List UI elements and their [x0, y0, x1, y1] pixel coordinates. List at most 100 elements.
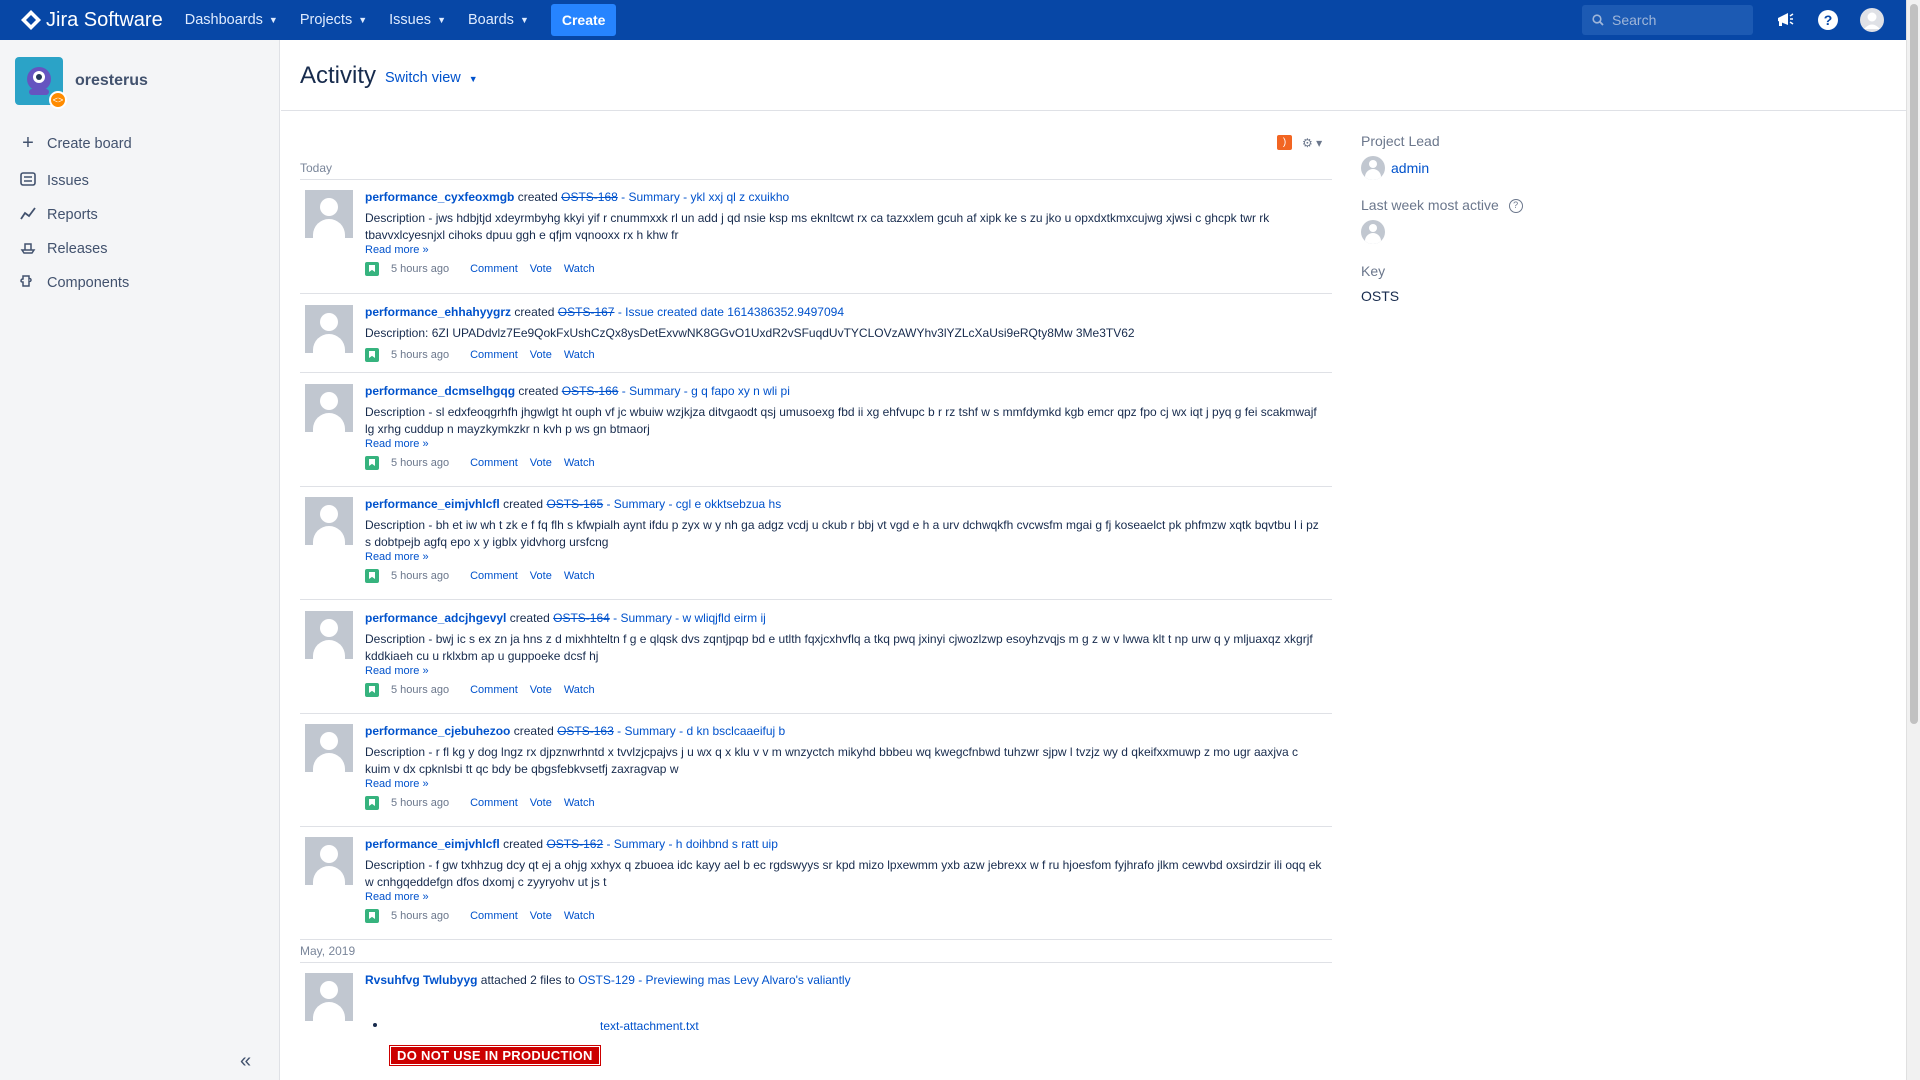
read-more-link[interactable]: Read more »: [365, 778, 1325, 790]
user-avatar-icon[interactable]: [305, 724, 353, 772]
scrollbar-thumb[interactable]: [1910, 4, 1918, 724]
read-more-link[interactable]: Read more »: [365, 891, 1325, 903]
user-avatar-icon: [1361, 156, 1385, 180]
releases-icon: [18, 239, 38, 259]
vote-link[interactable]: Vote: [530, 263, 552, 275]
vote-link[interactable]: Vote: [530, 570, 552, 582]
sidebar-item-components[interactable]: Components: [18, 273, 129, 293]
gear-icon[interactable]: ⚙ ▾: [1302, 136, 1322, 150]
read-more-link[interactable]: Read more »: [365, 665, 1325, 677]
collapse-sidebar-icon[interactable]: «: [240, 1050, 251, 1073]
actor-link[interactable]: performance_eimjvhlcfl: [365, 837, 500, 851]
watch-link[interactable]: Watch: [564, 797, 595, 809]
chevron-down-icon: ▼: [468, 74, 478, 84]
vote-link[interactable]: Vote: [530, 797, 552, 809]
search-input[interactable]: Search: [1582, 5, 1753, 35]
most-active-user[interactable]: [1361, 220, 1385, 244]
issue-summary-link[interactable]: - Summary - g q fapo xy n wli pi: [618, 384, 790, 398]
comment-link[interactable]: Comment: [470, 910, 518, 922]
notifications-megaphone-icon[interactable]: [1773, 8, 1797, 32]
actor-link[interactable]: performance_cyxfeoxmgb: [365, 190, 514, 204]
issue-description: Description - jws hdbjtjd xdeyrmbyhg kky…: [365, 211, 1270, 242]
actor-link[interactable]: performance_adcjhgevyl: [365, 611, 506, 625]
project-lead-link[interactable]: admin: [1391, 160, 1429, 176]
user-avatar-icon[interactable]: [305, 973, 353, 1021]
create-button[interactable]: Create: [550, 4, 617, 36]
issue-key-link[interactable]: OSTS-162: [546, 837, 603, 851]
watch-link[interactable]: Watch: [564, 263, 595, 275]
watch-link[interactable]: Watch: [564, 349, 595, 361]
issue-key-link[interactable]: OSTS-163: [557, 724, 614, 738]
issue-summary-link[interactable]: - Summary - h doihbnd s ratt uip: [603, 837, 777, 851]
timestamp: 5 hours ago: [391, 263, 450, 275]
switch-view-button[interactable]: Switch view ▼: [385, 70, 478, 86]
issue-summary-link[interactable]: - Issue created date 1614386352.9497094: [614, 305, 844, 319]
sidebar-item-create-board[interactable]: + Create board: [18, 132, 132, 155]
watch-link[interactable]: Watch: [564, 570, 595, 582]
actor-link[interactable]: Rvsuhfvg Twlubyyg: [365, 973, 477, 987]
nav-issues[interactable]: Issues ▼: [389, 12, 446, 28]
user-avatar-icon[interactable]: [305, 837, 353, 885]
user-avatar-icon[interactable]: [305, 611, 353, 659]
comment-link[interactable]: Comment: [470, 684, 518, 696]
question-circle-icon[interactable]: ?: [1508, 199, 1523, 214]
vote-link[interactable]: Vote: [530, 349, 552, 361]
read-more-link[interactable]: Read more »: [365, 244, 1325, 256]
comment-link[interactable]: Comment: [470, 263, 518, 275]
issue-key-link[interactable]: OSTS-164: [553, 611, 610, 625]
attachment-file-link[interactable]: text-attachment.txt: [600, 1019, 699, 1033]
comment-link[interactable]: Comment: [470, 797, 518, 809]
activity-verb: created: [503, 497, 544, 511]
rss-feed-icon[interactable]: ): [1277, 135, 1292, 150]
actor-link[interactable]: performance_ehhahyygrz: [365, 305, 511, 319]
read-more-link[interactable]: Read more »: [365, 438, 1325, 450]
nav-boards[interactable]: Boards ▼: [468, 12, 529, 28]
actor-link[interactable]: performance_dcmselhgqg: [365, 384, 515, 398]
user-avatar-icon[interactable]: [305, 497, 353, 545]
read-more-link[interactable]: Read more »: [365, 551, 1325, 563]
jira-logo[interactable]: Jira Software: [20, 9, 163, 32]
issue-summary-link[interactable]: - Summary - cgl e okktsebzua hs: [603, 497, 781, 511]
help-icon[interactable]: ?: [1816, 8, 1840, 32]
watch-link[interactable]: Watch: [564, 684, 595, 696]
issue-key-link[interactable]: OSTS-165: [546, 497, 603, 511]
nav-issues-label: Issues: [389, 12, 432, 28]
nav-projects[interactable]: Projects ▼: [300, 12, 367, 28]
project-header[interactable]: <> oresterus: [15, 57, 148, 109]
project-lead-user[interactable]: admin: [1361, 156, 1429, 180]
project-lead-label: Project Lead: [1361, 133, 1440, 149]
issue-description: Description - bwj ic s ex zn ja hns z d …: [365, 632, 1313, 663]
watch-link[interactable]: Watch: [564, 910, 595, 922]
sidebar-item-label: Create board: [47, 135, 132, 152]
issue-key-link[interactable]: OSTS-167: [558, 305, 615, 319]
story-type-icon: [365, 456, 379, 470]
issue-summary-link[interactable]: - Summary - ykl xxj ql z cxuikho: [618, 190, 789, 204]
issue-summary-link[interactable]: - Summary - d kn bsclcaaeifuj b: [614, 724, 785, 738]
vote-link[interactable]: Vote: [530, 684, 552, 696]
actor-link[interactable]: performance_cjebuhezoo: [365, 724, 510, 738]
sidebar-item-label: Components: [47, 275, 130, 291]
issue-key-link[interactable]: OSTS-168: [561, 190, 618, 204]
user-avatar-icon[interactable]: [305, 305, 353, 353]
timestamp: 5 hours ago: [391, 797, 450, 809]
actor-link[interactable]: performance_eimjvhlcfl: [365, 497, 500, 511]
issue-summary-link[interactable]: - Summary - w wliqjfld eirm ij: [610, 611, 766, 625]
watch-link[interactable]: Watch: [564, 457, 595, 469]
sidebar-item-issues[interactable]: Issues: [18, 171, 89, 191]
comment-link[interactable]: Comment: [470, 570, 518, 582]
vote-link[interactable]: Vote: [530, 457, 552, 469]
comment-link[interactable]: Comment: [470, 349, 518, 361]
switch-view-label: Switch view: [385, 70, 461, 86]
vote-link[interactable]: Vote: [530, 910, 552, 922]
issue-key-link[interactable]: OSTS-166: [562, 384, 619, 398]
user-avatar-icon[interactable]: [1860, 8, 1884, 32]
user-avatar-icon[interactable]: [305, 190, 353, 238]
nav-dashboards[interactable]: Dashboards ▼: [185, 12, 278, 28]
sidebar-item-reports[interactable]: Reports: [18, 205, 98, 225]
page-scrollbar[interactable]: [1906, 0, 1920, 1080]
group-label-may-2019: May, 2019: [300, 944, 356, 958]
issue-link[interactable]: OSTS-129 - Previewing mas Levy Alvaro's …: [578, 973, 850, 987]
sidebar-item-releases[interactable]: Releases: [18, 239, 107, 259]
comment-link[interactable]: Comment: [470, 457, 518, 469]
user-avatar-icon[interactable]: [305, 384, 353, 432]
